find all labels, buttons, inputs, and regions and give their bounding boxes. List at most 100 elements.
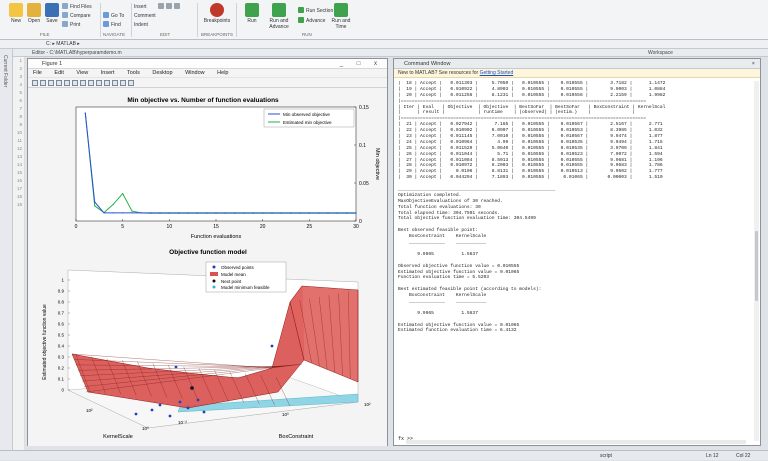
- data-point: [299, 212, 301, 214]
- y-axis-label: BoxConstraint: [279, 434, 314, 440]
- vertical-scrollbar[interactable]: [754, 81, 759, 441]
- getting-started-banner: New to MATLAB? See resources for Getting…: [394, 69, 760, 78]
- new-figure-icon[interactable]: [32, 80, 38, 86]
- window-controls[interactable]: _ □ x: [340, 59, 383, 69]
- x-tick-label: 25: [307, 224, 313, 230]
- group-edit: EDIT: [160, 32, 171, 37]
- editor-tab[interactable]: Editor - C:\MATLAB\hyperparamdemo.m: [0, 49, 390, 57]
- legend-entry: Estimated min objective: [283, 120, 332, 125]
- menu-edit[interactable]: Edit: [54, 70, 63, 76]
- observed-point: [186, 406, 190, 410]
- brush-icon[interactable]: [112, 80, 118, 86]
- indent-button[interactable]: Indent: [134, 21, 148, 29]
- y-tick-label: 0.05: [359, 181, 369, 187]
- y-tick-label: 10²: [364, 402, 371, 407]
- x-axis-label: Function evaluations: [191, 234, 242, 240]
- menu-tools[interactable]: Tools: [127, 70, 140, 76]
- legend-entry: Model mean: [221, 272, 246, 277]
- open-icon[interactable]: [40, 80, 46, 86]
- y-axis-label: Min objective: [374, 148, 380, 180]
- scrollbar-thumb[interactable]: [755, 231, 758, 301]
- line-number: 2: [19, 66, 22, 71]
- line-number: 1: [19, 58, 22, 63]
- data-point: [112, 212, 114, 214]
- data-point: [215, 212, 217, 214]
- menu-desktop[interactable]: Desktop: [152, 70, 172, 76]
- data-point: [355, 212, 357, 214]
- z-tick-label: 0.7: [58, 311, 65, 316]
- advance-button[interactable]: Advance: [298, 17, 325, 25]
- menu-view[interactable]: View: [76, 70, 88, 76]
- line-number: 7: [19, 106, 22, 111]
- address-bar[interactable]: C: ▸ MATLAB ▸: [0, 40, 768, 49]
- data-point: [187, 212, 189, 214]
- command-output: | 18 | Accept | 0.011393 | 5.7050 | 0.01…: [398, 81, 754, 436]
- menu-insert[interactable]: Insert: [101, 70, 115, 76]
- save-icon[interactable]: [48, 80, 54, 86]
- x-axis-label: KernelScale: [103, 434, 133, 440]
- menu-help[interactable]: Help: [217, 70, 228, 76]
- find-files-button[interactable]: Find Files: [62, 3, 92, 11]
- goto-icon: [103, 12, 109, 18]
- line-number: 13: [16, 154, 22, 159]
- edit-tools[interactable]: [158, 3, 182, 11]
- legend-icon[interactable]: [128, 80, 134, 86]
- legend-swatch-minimum: [212, 285, 216, 289]
- print-icon: [62, 21, 68, 27]
- getting-started-link[interactable]: Getting Started: [480, 70, 514, 76]
- find-button[interactable]: Find: [103, 21, 121, 29]
- separator: [131, 3, 132, 37]
- pan-icon[interactable]: [88, 80, 94, 86]
- print-button[interactable]: Print: [62, 21, 80, 29]
- colorbar-icon[interactable]: [120, 80, 126, 86]
- figure-title-bar[interactable]: Figure 1 _ □ x: [28, 59, 387, 69]
- y-tick-label: 0: [359, 219, 362, 225]
- menu-window[interactable]: Window: [185, 70, 205, 76]
- legend[interactable]: Observed points Model mean Next point Mo…: [205, 261, 287, 293]
- line-number: 17: [16, 186, 22, 191]
- zoom-in-icon[interactable]: [72, 80, 78, 86]
- data-point: [290, 212, 292, 214]
- compare-button[interactable]: Compare: [62, 12, 91, 20]
- close-icon[interactable]: ×: [752, 59, 755, 69]
- line-number: 14: [16, 162, 22, 167]
- chart-title: Objective function model: [169, 249, 247, 256]
- data-cursor-icon[interactable]: [104, 80, 110, 86]
- current-folder-strip[interactable]: Current Folder: [0, 49, 13, 450]
- x-tick-label: 20: [260, 224, 266, 230]
- data-point: [308, 212, 310, 214]
- observed-point: [270, 344, 274, 348]
- compare-icon: [62, 12, 68, 18]
- data-point: [280, 212, 282, 214]
- zoom-out-icon[interactable]: [80, 80, 86, 86]
- line-number: 9: [19, 122, 22, 127]
- run-time-button[interactable]: Run and Time: [326, 2, 356, 38]
- pointer-icon[interactable]: [64, 80, 70, 86]
- status-bar: script Ln 12 Col 22: [0, 450, 768, 460]
- menu-file[interactable]: File: [33, 70, 42, 76]
- insert-button[interactable]: Insert: [134, 3, 147, 11]
- legend-swatch-observed: [212, 265, 216, 269]
- data-point: [346, 212, 348, 214]
- comment-button[interactable]: Comment: [134, 12, 156, 20]
- x-tick-label: 10⁰: [142, 426, 149, 431]
- observed-point: [196, 398, 200, 402]
- run-advance-button[interactable]: Run and Advance: [262, 2, 296, 38]
- line-number: 15: [16, 170, 22, 175]
- separator: [236, 3, 237, 37]
- data-point: [178, 212, 180, 214]
- figure-window: Figure 1 _ □ x File Edit View Insert Too…: [27, 58, 388, 446]
- rotate-icon[interactable]: [96, 80, 102, 86]
- chart-title: Min objective vs. Number of function eva…: [127, 97, 279, 104]
- line-number: 18: [16, 194, 22, 199]
- z-axis-label: Estimated objective function value: [42, 304, 48, 380]
- horizontal-scrollbar[interactable]: [406, 440, 746, 444]
- data-point: [224, 212, 226, 214]
- print-icon[interactable]: [56, 80, 62, 86]
- legend[interactable]: Min observed objective Estimated min obj…: [263, 108, 355, 128]
- line-number: 8: [19, 114, 22, 119]
- goto-button[interactable]: Go To: [103, 12, 124, 20]
- workspace-tab[interactable]: Workspace: [390, 49, 768, 57]
- command-window[interactable]: Command Window × New to MATLAB? See reso…: [393, 58, 761, 446]
- x-tick-label: 0: [75, 224, 78, 230]
